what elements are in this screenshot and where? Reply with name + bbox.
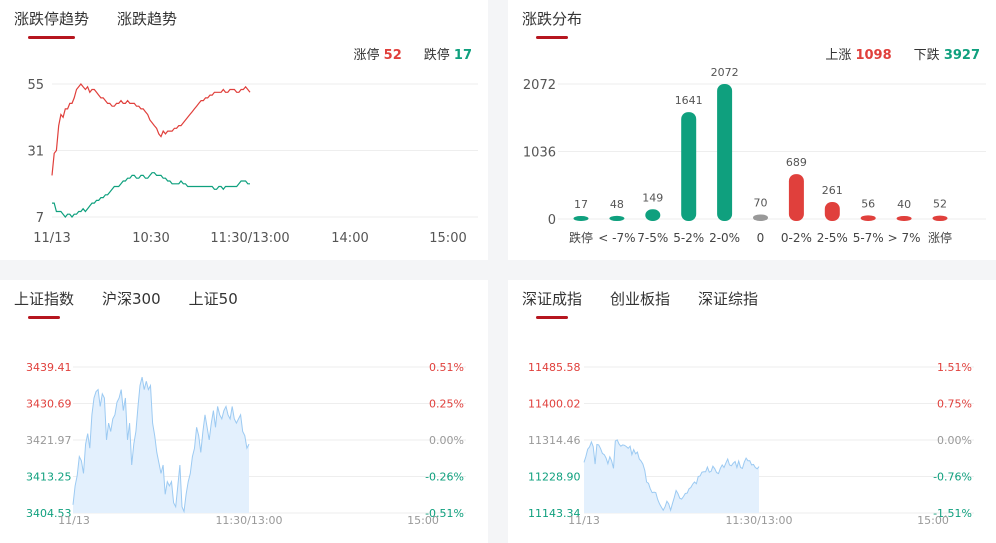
bar-value-label: 689 <box>786 156 807 169</box>
category-label: 2-5% <box>817 231 848 245</box>
y-tick-label-right: -0.26% <box>425 471 464 484</box>
bar-value-label: 1641 <box>675 94 703 107</box>
limit-trend-panel: 涨跌停趋势 涨跌趋势 涨停 52 跌停 17 55 31 7 11/13 10:30 11… <box>0 0 488 260</box>
sh-index-chart: 3439.41 0.51% 3430.69 0.25% 3421.97 0.00% 3413… <box>26 361 466 527</box>
bar-value-label: 48 <box>610 198 624 211</box>
y-tick-label-right: 0.51% <box>429 361 464 374</box>
bar <box>932 215 948 221</box>
y-tick-label-left: 11400.02 <box>528 398 581 411</box>
y-tick-label-left: 3430.69 <box>26 398 72 411</box>
sz-index-panel: 深证成指 创业板指 深证综指 11485.58 1.51% 11400.02 0.75… <box>508 280 996 543</box>
bar-value-label: 70 <box>754 196 768 209</box>
x-tick-label: 15:00 <box>429 231 466 246</box>
bar-value-label: 17 <box>574 198 588 211</box>
bar <box>753 214 768 221</box>
x-tick-label: 11:30/13:00 <box>210 231 289 246</box>
y-tick-label-left: 11485.58 <box>528 361 581 374</box>
y-tick-label-right: 0.00% <box>429 434 464 447</box>
x-tick-label: 11/13 <box>33 231 70 246</box>
limit-trend-chart: 55 31 7 11/13 10:30 11:30/13:00 14:00 15:00 <box>27 78 478 246</box>
y-tick-label-right: 0.75% <box>937 398 972 411</box>
y-tick-label-left: 11314.46 <box>528 434 581 447</box>
x-tick-label: 11/13 <box>58 514 90 527</box>
category-label: 跌停 <box>569 230 593 245</box>
y-tick-label-right: 1.51% <box>937 361 972 374</box>
series-line <box>52 172 250 218</box>
y-tick-label-right: 0.00% <box>937 434 972 447</box>
distribution-panel: 涨跌分布 上涨 1098 下跌 3927 2072 1036 0 17 跌停 48 < -7… <box>508 0 996 260</box>
category-label: 5-7% <box>853 231 884 245</box>
bar-value-label: 261 <box>822 184 843 197</box>
category-label: 5-2% <box>673 231 704 245</box>
bar <box>645 209 661 221</box>
x-tick-label: 10:30 <box>132 231 169 246</box>
series-line <box>51 83 251 176</box>
category-label: 涨停 <box>928 230 952 245</box>
bar <box>717 84 733 221</box>
y-tick-label: 55 <box>27 78 44 93</box>
category-label: 0-2% <box>781 231 812 245</box>
bar <box>860 215 876 221</box>
bar-value-label: 40 <box>897 198 911 211</box>
distribution-chart: 2072 1036 0 17 跌停 48 < -7% 149 7-5% 1641 5-2% 2072 2… <box>523 66 986 245</box>
bar <box>824 201 840 221</box>
category-label: 2-0% <box>709 231 740 245</box>
category-label: 0 <box>757 231 765 245</box>
bar-value-label: 149 <box>642 191 663 204</box>
y-tick-label-left: 3439.41 <box>26 361 72 374</box>
x-tick-label: 15:00 <box>407 514 439 527</box>
y-tick-label: 31 <box>27 145 44 160</box>
sh-index-panel: 上证指数 沪深300 上证50 3439.41 0.51% 3430.69 0.25%… <box>0 280 488 543</box>
category-label: > 7% <box>888 231 921 245</box>
x-tick-label: 14:00 <box>331 231 368 246</box>
y-tick-label-right: -0.76% <box>933 471 972 484</box>
y-tick-label: 0 <box>548 213 556 228</box>
y-tick-label-right: 0.25% <box>429 398 464 411</box>
category-label: 7-5% <box>637 231 668 245</box>
y-tick-label: 1036 <box>523 146 556 161</box>
bar-value-label: 56 <box>861 197 875 210</box>
bar-value-label: 52 <box>933 198 947 211</box>
x-tick-label: 15:00 <box>917 514 949 527</box>
bar-value-label: 2072 <box>711 66 739 79</box>
bar <box>788 174 804 221</box>
bar <box>681 112 697 221</box>
y-tick-label-left: 3413.25 <box>26 471 72 484</box>
x-tick-label: 11/13 <box>568 514 600 527</box>
x-tick-label: 11:30/13:00 <box>215 514 282 527</box>
x-tick-label: 11:30/13:00 <box>725 514 792 527</box>
sz-index-chart: 11485.58 1.51% 11400.02 0.75% 11314.46 0.00% 1… <box>528 361 974 527</box>
y-tick-label: 2072 <box>523 78 556 93</box>
bar <box>573 216 589 221</box>
bar <box>896 216 912 221</box>
y-tick-label-left: 11228.90 <box>528 471 581 484</box>
y-tick-label-left: 3421.97 <box>26 434 72 447</box>
category-label: < -7% <box>598 231 635 245</box>
bar <box>609 215 625 221</box>
y-tick-label: 7 <box>36 211 44 226</box>
